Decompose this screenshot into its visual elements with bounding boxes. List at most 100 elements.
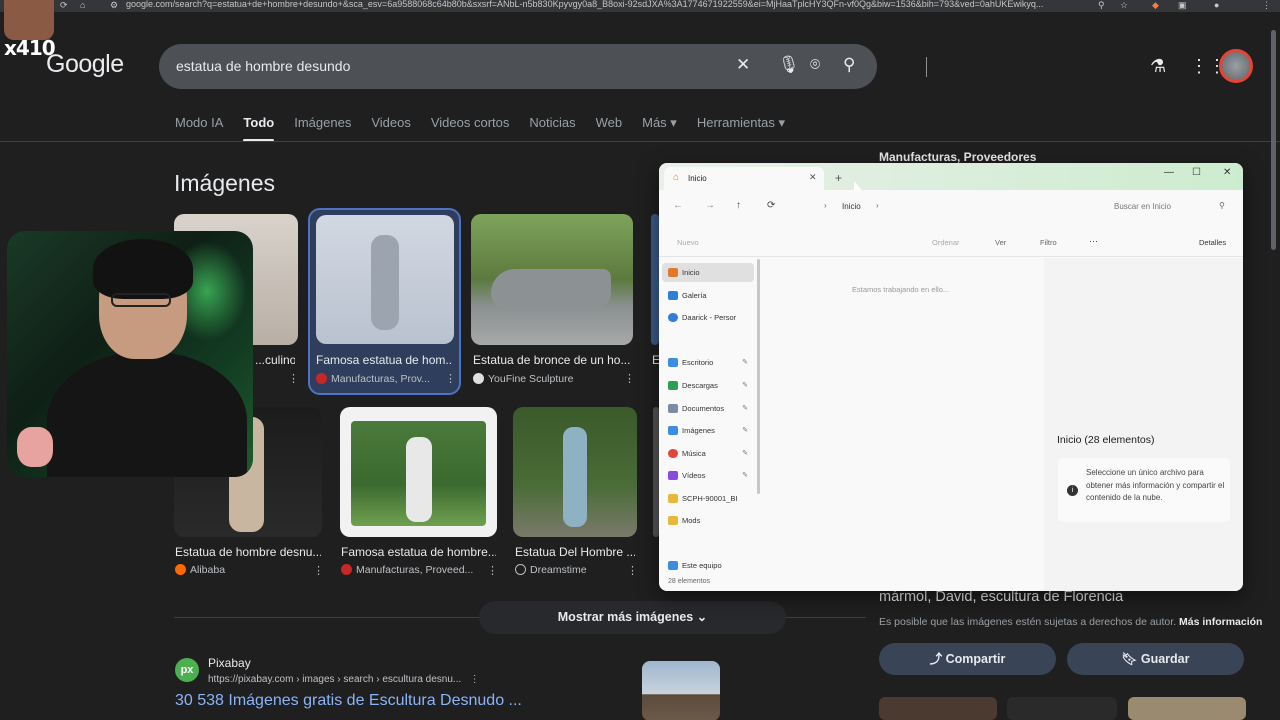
image-thumb-6[interactable] — [340, 407, 497, 537]
filter-button[interactable]: Filtro — [1040, 238, 1057, 247]
reload-icon[interactable]: ⟳ — [60, 0, 68, 11]
result-title-link[interactable]: 30 538 Imágenes gratis de Escultura Desn… — [175, 692, 522, 710]
sidebar-item-mods[interactable]: Mods — [662, 511, 754, 530]
view-button[interactable]: Ver — [995, 238, 1006, 247]
result-site-name[interactable]: Pixabay — [208, 656, 251, 670]
maximize-icon[interactable]: ☐ — [1192, 167, 1201, 178]
explorer-tab[interactable]: ⌂ Inicio ✕ — [664, 167, 824, 190]
more-options-icon[interactable]: ⋮ — [627, 564, 638, 577]
image-caption-1[interactable]: ...culino ... — [255, 353, 295, 367]
more-options-icon[interactable]: ⋮ — [464, 674, 480, 685]
sidebar-item-este-equipo[interactable]: Este equipo — [662, 556, 754, 575]
new-button[interactable]: Nuevo — [677, 238, 699, 247]
site-info-icon[interactable]: ⚙ — [110, 0, 118, 11]
pixabay-favicon-icon: px — [175, 658, 199, 682]
search-icon[interactable]: ⚲ — [1219, 201, 1225, 210]
image-thumb-7[interactable] — [513, 407, 637, 537]
sidebar-scrollbar[interactable] — [757, 259, 760, 494]
result-url[interactable]: https://pixabay.com › images › search › … — [208, 674, 480, 685]
profile-icon[interactable]: ● — [1214, 0, 1219, 10]
new-tab-icon[interactable]: + — [835, 171, 842, 185]
tab-noticias[interactable]: Noticias — [529, 115, 575, 131]
lens-icon[interactable]: ⌾ — [810, 55, 820, 75]
related-image-thumb[interactable] — [1128, 697, 1246, 720]
image-thumb-4[interactable] — [651, 214, 659, 345]
sort-button[interactable]: Ordenar — [932, 238, 960, 247]
home-icon[interactable]: ⌂ — [80, 0, 85, 10]
breadcrumb[interactable]: Inicio — [842, 202, 861, 211]
zoom-icon[interactable]: ⚲ — [1098, 0, 1105, 11]
more-options-icon[interactable]: ⋮ — [288, 372, 299, 385]
sidebar-item-inicio[interactable]: Inicio — [662, 263, 754, 282]
result-thumbnail[interactable] — [642, 661, 720, 720]
google-logo[interactable]: Google — [46, 50, 124, 79]
image-thumb-3[interactable] — [471, 214, 633, 345]
extensions-puzzle-icon[interactable]: ▣ — [1178, 0, 1187, 11]
tab-todo[interactable]: Todo — [243, 115, 274, 142]
page-scrollbar[interactable] — [1271, 30, 1276, 250]
more-options-icon[interactable]: ⋮ — [445, 372, 456, 385]
labs-flask-icon[interactable]: ⚗ — [1150, 56, 1166, 77]
sidebar-item-imagenes[interactable]: Imágenes ✎ — [662, 421, 754, 440]
sidebar-item-galeria[interactable]: Galería — [662, 286, 754, 305]
search-icon[interactable]: ⚲ — [843, 55, 855, 75]
up-icon[interactable]: ↑ — [736, 200, 741, 211]
image-caption-7[interactable]: Estatua Del Hombre ... — [515, 545, 635, 559]
image-caption-2[interactable]: Famosa estatua de hom... — [316, 353, 453, 367]
image-caption-5[interactable]: Estatua de hombre desnu... — [175, 545, 321, 559]
more-info-link[interactable]: Más información — [1179, 616, 1262, 628]
sidebar-item-musica[interactable]: Música ✎ — [662, 444, 754, 463]
explorer-titlebar[interactable]: ⌂ Inicio ✕ + — ☐ ✕ — [659, 163, 1243, 190]
image-caption-6[interactable]: Famosa estatua de hombre... — [341, 545, 496, 559]
search-input[interactable]: estatua de hombre desundo — [176, 58, 350, 74]
sidebar-item-escritorio[interactable]: Escritorio ✎ — [662, 353, 754, 372]
more-options-icon[interactable]: ⋮ — [624, 372, 635, 385]
tab-imagenes[interactable]: Imágenes — [294, 115, 351, 131]
sidebar-item-documentos[interactable]: Documentos ✎ — [662, 399, 754, 418]
microphone-icon[interactable]: 🎙 — [778, 55, 800, 75]
menu-icon[interactable]: ⋮ — [1262, 0, 1271, 11]
home-icon: ⌂ — [673, 172, 680, 183]
image-caption-3[interactable]: Estatua de bronce de un ho... — [473, 353, 631, 367]
more-options-icon[interactable]: ⋮ — [487, 564, 498, 577]
tab-herramientas[interactable]: Herramientas ▾ — [697, 115, 785, 131]
tab-modo-ia[interactable]: Modo IA — [175, 115, 223, 131]
close-tab-icon[interactable]: ✕ — [809, 172, 817, 183]
details-button[interactable]: Detalles — [1199, 238, 1226, 247]
share-button[interactable]: ⤴ Compartir — [879, 643, 1056, 675]
browser-url-bar[interactable]: ⟳ ⌂ ⚙ google.com/search?q=estatua+de+hom… — [0, 0, 1280, 12]
clear-icon[interactable]: ✕ — [736, 55, 750, 75]
back-icon[interactable]: ← — [673, 200, 683, 211]
related-image-thumb[interactable] — [879, 697, 997, 720]
tab-videos[interactable]: Videos — [371, 115, 411, 131]
file-explorer-window[interactable]: ⌂ Inicio ✕ + — ☐ ✕ ← → ↑ ⟳ › Inicio › Bu… — [659, 163, 1243, 591]
close-window-icon[interactable]: ✕ — [1223, 167, 1231, 178]
right-panel-title[interactable]: mármol, David, escultura de Florencia — [879, 589, 1123, 605]
show-more-images-button[interactable]: Mostrar más imágenes ⌄ — [479, 601, 786, 634]
save-button[interactable]: 🔖︎ Guardar — [1067, 643, 1244, 675]
related-image-thumb[interactable] — [1007, 697, 1117, 720]
image-thumb-2[interactable] — [316, 215, 454, 344]
tab-mas[interactable]: Más ▾ — [642, 115, 677, 131]
breadcrumb-chevron-icon[interactable]: › — [876, 201, 879, 210]
tab-videos-cortos[interactable]: Videos cortos — [431, 115, 510, 131]
url-text[interactable]: google.com/search?q=estatua+de+hombre+de… — [126, 0, 1043, 9]
explorer-search-input[interactable]: Buscar en Inicio — [1114, 202, 1171, 211]
more-options-icon[interactable]: ⋮ — [313, 564, 324, 577]
bookmark-star-icon[interactable]: ☆ — [1120, 0, 1128, 11]
right-panel-source[interactable]: Manufacturas, Proveedores — [879, 150, 1036, 164]
search-box[interactable]: estatua de hombre desundo ✕ 🎙 ⌾ ⚲ — [159, 44, 927, 89]
tab-web[interactable]: Web — [596, 115, 623, 131]
sidebar-item-onedrive[interactable]: Daarick - Persor — [662, 308, 754, 327]
extension-icon[interactable]: ◆ — [1152, 0, 1159, 11]
sidebar-item-descargas[interactable]: Descargas ✎ — [662, 376, 754, 395]
sidebar-item-videos[interactable]: Vídeos ✎ — [662, 466, 754, 485]
share-icon: ⤴ — [929, 652, 946, 666]
account-avatar[interactable] — [1219, 49, 1253, 83]
forward-icon[interactable]: → — [705, 200, 715, 211]
image-source-6: Manufacturas, Proveed... — [341, 564, 473, 576]
sidebar-item-scph[interactable]: SCPH-90001_BI — [662, 489, 754, 508]
more-options-icon[interactable]: ··· — [1089, 236, 1098, 246]
refresh-icon[interactable]: ⟳ — [767, 200, 775, 211]
minimize-icon[interactable]: — — [1164, 167, 1174, 178]
